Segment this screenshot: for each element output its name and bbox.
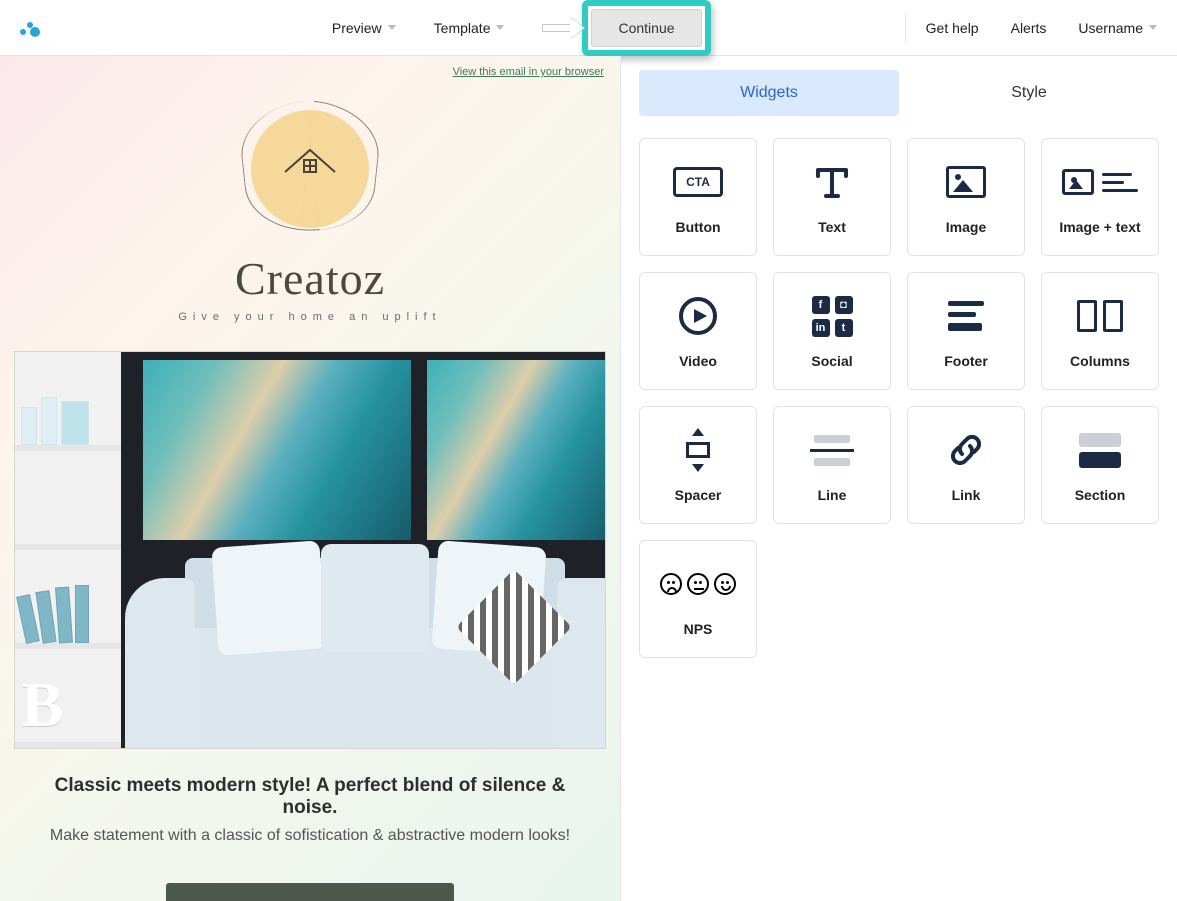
widget-label: Text bbox=[818, 219, 846, 235]
text-icon bbox=[812, 159, 852, 205]
widget-nps[interactable]: NPS bbox=[639, 540, 757, 658]
callout-arrow-icon bbox=[542, 14, 586, 42]
widget-label: Video bbox=[679, 353, 717, 369]
image-icon bbox=[946, 159, 986, 205]
widget-video[interactable]: Video bbox=[639, 272, 757, 390]
widget-button[interactable]: CTA Button bbox=[639, 138, 757, 256]
line-icon bbox=[810, 427, 854, 473]
right-nav: Get help Alerts Username bbox=[887, 14, 1159, 42]
view-in-browser-link[interactable]: View this email in your browser bbox=[0, 56, 620, 80]
nps-icon bbox=[660, 561, 736, 607]
widget-section[interactable]: Section bbox=[1041, 406, 1159, 524]
widget-image-text[interactable]: Image + text bbox=[1041, 138, 1159, 256]
chevron-down-icon bbox=[388, 25, 396, 30]
nav-divider bbox=[905, 14, 906, 42]
widget-label: Image bbox=[946, 219, 986, 235]
tab-widgets[interactable]: Widgets bbox=[639, 70, 899, 116]
continue-highlight-wrap: Continue bbox=[542, 0, 710, 56]
continue-highlight-box: Continue bbox=[582, 0, 710, 56]
continue-button[interactable]: Continue bbox=[591, 9, 701, 47]
email-canvas[interactable]: View this email in your browser Creatoz … bbox=[0, 56, 621, 901]
section-icon bbox=[1079, 427, 1121, 473]
widget-spacer[interactable]: Spacer bbox=[639, 406, 757, 524]
image-text-icon bbox=[1062, 159, 1138, 205]
copy-subheading: Make statement with a classic of sofisti… bbox=[26, 827, 594, 845]
widget-link[interactable]: Link bbox=[907, 406, 1025, 524]
brand-block: Creatoz Give your home an uplift bbox=[0, 80, 620, 333]
side-panel: Widgets Style CTA Button Text Image bbox=[621, 56, 1177, 901]
preview-dropdown[interactable]: Preview bbox=[328, 14, 400, 42]
widget-label: Button bbox=[675, 219, 720, 235]
widget-label: NPS bbox=[684, 621, 713, 637]
social-icon: f◘int bbox=[812, 293, 853, 339]
widget-text[interactable]: Text bbox=[773, 138, 891, 256]
widget-columns[interactable]: Columns bbox=[1041, 272, 1159, 390]
top-nav: mainbrainer Preview Template Continue Ge… bbox=[0, 0, 1177, 56]
template-dropdown[interactable]: Template bbox=[430, 14, 509, 42]
hero-image: B bbox=[14, 351, 606, 749]
copy-heading: Classic meets modern style! A perfect bl… bbox=[26, 775, 594, 819]
widget-image[interactable]: Image bbox=[907, 138, 1025, 256]
widget-label: Columns bbox=[1070, 353, 1130, 369]
center-nav: Preview Template Continue bbox=[328, 0, 711, 56]
chevron-down-icon bbox=[496, 25, 504, 30]
get-help-link[interactable]: Get help bbox=[924, 14, 981, 42]
widget-footer[interactable]: Footer bbox=[907, 272, 1025, 390]
widget-label: Social bbox=[811, 353, 852, 369]
widget-label: Spacer bbox=[675, 487, 722, 503]
widget-social[interactable]: f◘int Social bbox=[773, 272, 891, 390]
main-split: View this email in your browser Creatoz … bbox=[0, 56, 1177, 901]
alerts-link[interactable]: Alerts bbox=[1009, 14, 1049, 42]
widget-label: Footer bbox=[944, 353, 988, 369]
spacer-icon bbox=[683, 427, 713, 473]
link-icon bbox=[945, 427, 987, 473]
footer-icon bbox=[948, 293, 984, 339]
username-dropdown[interactable]: Username bbox=[1076, 14, 1159, 42]
tab-style[interactable]: Style bbox=[899, 70, 1159, 116]
widget-label: Link bbox=[952, 487, 981, 503]
widget-label: Line bbox=[818, 487, 847, 503]
widget-line[interactable]: Line bbox=[773, 406, 891, 524]
brand-logo-icon bbox=[245, 104, 375, 234]
columns-icon bbox=[1077, 293, 1123, 339]
widgets-grid: CTA Button Text Image bbox=[621, 116, 1177, 658]
explore-collection-button[interactable]: Explore our latest collection bbox=[166, 883, 455, 901]
cta-icon: CTA bbox=[673, 159, 723, 205]
video-icon bbox=[677, 293, 719, 339]
brand-tagline: Give your home an uplift bbox=[0, 311, 620, 323]
copy-block: Classic meets modern style! A perfect bl… bbox=[0, 749, 620, 863]
logo-icon bbox=[18, 15, 44, 41]
panel-tabs: Widgets Style bbox=[621, 56, 1177, 116]
widget-label: Section bbox=[1075, 487, 1126, 503]
brand-name: Creatoz bbox=[0, 252, 620, 305]
chevron-down-icon bbox=[1149, 25, 1157, 30]
widget-label: Image + text bbox=[1059, 219, 1140, 235]
